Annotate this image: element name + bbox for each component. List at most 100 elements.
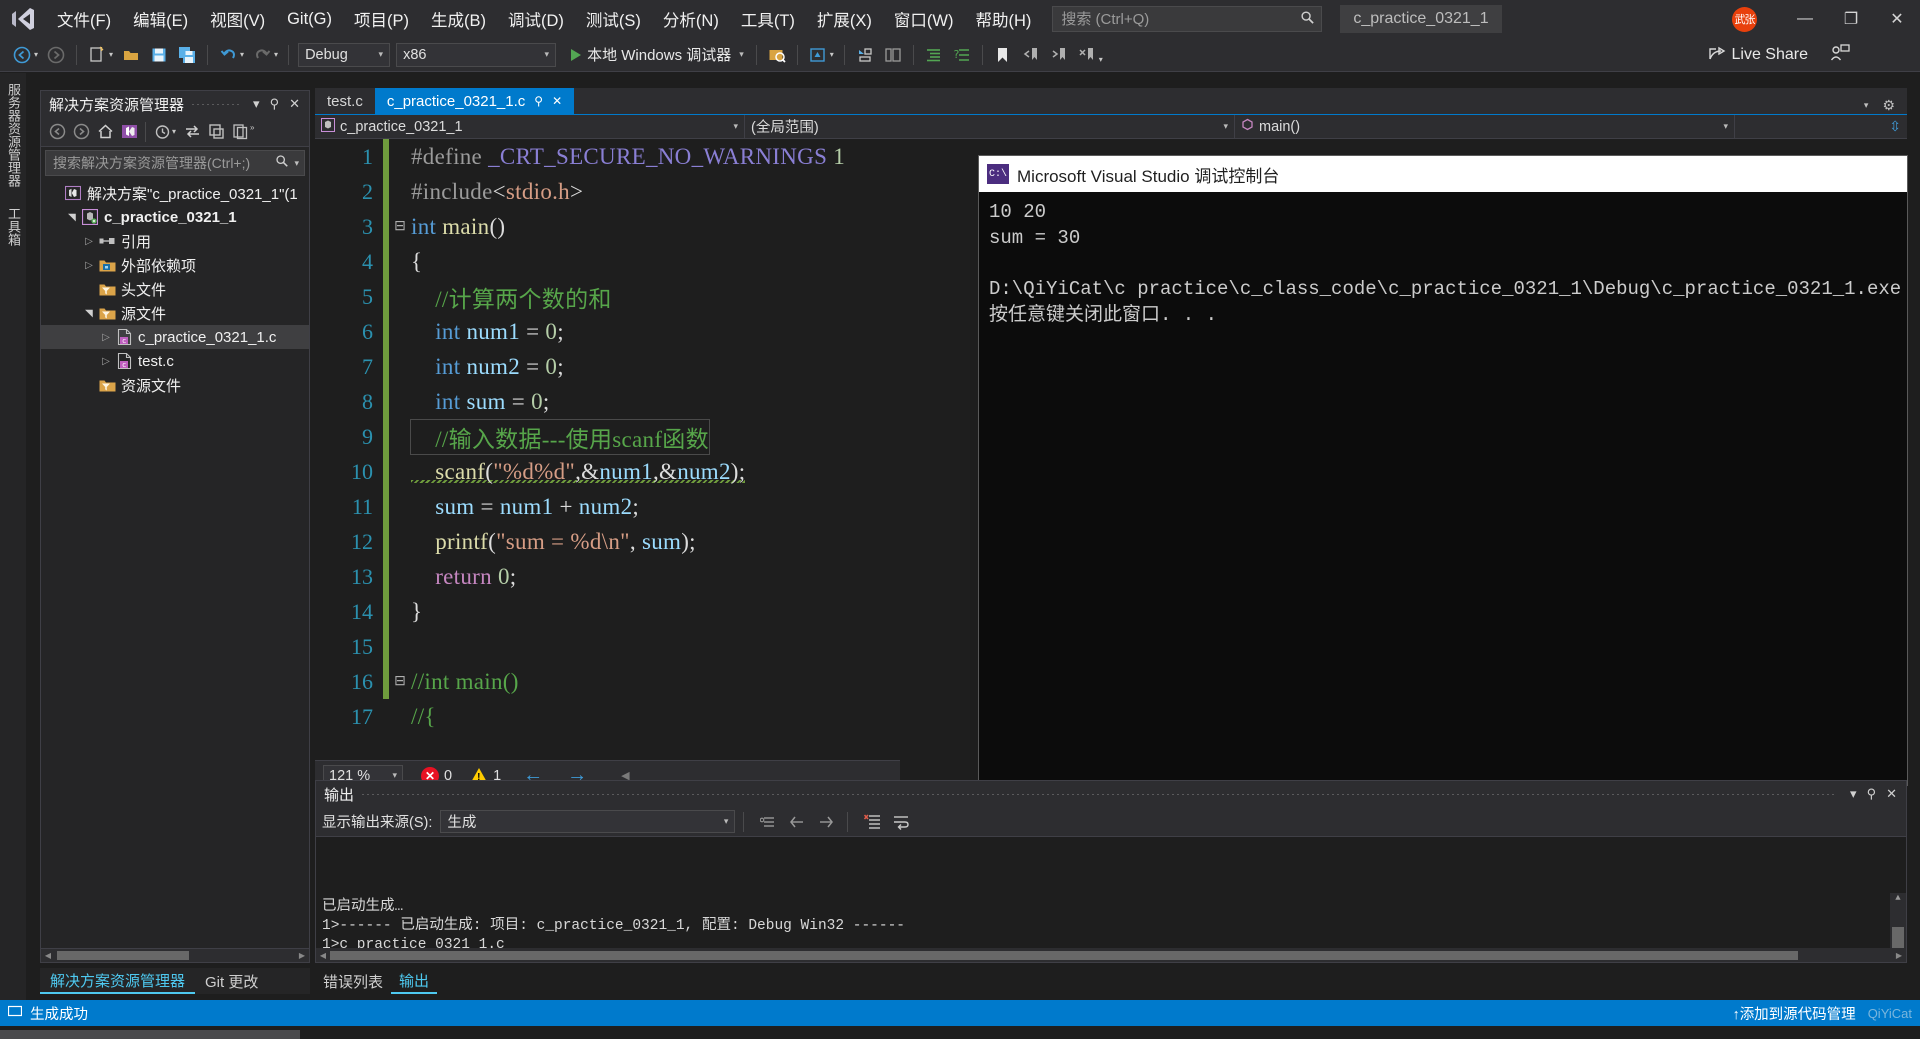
scroll-left-icon[interactable]: ◀: [316, 951, 330, 960]
output-hscrollbar[interactable]: ◀ ▶: [316, 948, 1906, 962]
solution-name-badge[interactable]: c_practice_0321_1: [1340, 5, 1502, 33]
step-into-icon[interactable]: [852, 42, 878, 68]
undo-icon[interactable]: [215, 42, 241, 68]
chevron-down-icon[interactable]: ▾: [724, 816, 729, 827]
twisty-expanded-icon[interactable]: ◢: [67, 209, 78, 225]
add-to-source-control-label[interactable]: ↑添加到源代码管理: [1732, 1003, 1855, 1024]
bottom-scroll-strip[interactable]: [0, 1030, 300, 1039]
step-over-icon[interactable]: [880, 42, 906, 68]
save-all-icon[interactable]: [174, 42, 200, 68]
debug-console-window[interactable]: C:\ Microsoft Visual Studio 调试控制台 10 20 s…: [978, 155, 1908, 786]
back-icon[interactable]: [45, 120, 69, 144]
clear-bookmarks-icon[interactable]: [1074, 42, 1100, 68]
fold-toggle-icon[interactable]: ⊟: [389, 664, 411, 699]
redo-dropdown-icon[interactable]: ▾: [274, 50, 278, 59]
redo-icon[interactable]: [249, 42, 275, 68]
menu-item-analyze[interactable]: 分析(N): [652, 0, 730, 38]
scroll-right-icon[interactable]: ▶: [1892, 951, 1906, 960]
pin-icon[interactable]: ⚲: [1862, 786, 1882, 802]
select-start-window-icon[interactable]: [805, 42, 831, 68]
tree-item[interactable]: ▷ 外部依赖项: [41, 253, 309, 277]
menu-item-tools[interactable]: 工具(T): [730, 0, 806, 38]
close-icon[interactable]: ✕: [552, 94, 562, 108]
close-icon[interactable]: ✕: [284, 96, 305, 112]
previous-bookmark-icon[interactable]: [1018, 42, 1044, 68]
solution-view-icon[interactable]: [117, 120, 141, 144]
menu-item-git[interactable]: Git(G): [276, 0, 343, 38]
live-share-button[interactable]: Live Share: [1708, 40, 1851, 70]
navigate-forward-icon[interactable]: [43, 42, 69, 68]
toggle-bookmark-icon[interactable]: [990, 42, 1016, 68]
chevron-down-icon[interactable]: ▾: [1856, 100, 1877, 111]
scroll-track[interactable]: [330, 950, 1892, 960]
search-icon[interactable]: [275, 154, 289, 173]
twisty-expanded-icon[interactable]: ◢: [84, 305, 95, 321]
twisty-collapsed-icon[interactable]: ▷: [81, 236, 97, 247]
go-to-next-message-icon[interactable]: [813, 810, 839, 834]
undo-dropdown-icon[interactable]: ▾: [240, 50, 244, 59]
chevron-down-icon[interactable]: ▾: [294, 158, 299, 169]
close-icon[interactable]: ✕: [1881, 786, 1902, 802]
chevron-down-icon[interactable]: ▾: [172, 127, 176, 136]
chevron-down-icon[interactable]: ▾: [1715, 121, 1728, 132]
global-search-box[interactable]: [1052, 6, 1323, 32]
solution-config-combo[interactable]: Debug ▾: [298, 42, 391, 67]
new-dropdown-icon[interactable]: ▾: [109, 50, 113, 59]
home-icon[interactable]: [93, 120, 117, 144]
back-dropdown-icon[interactable]: ▾: [34, 50, 38, 59]
new-project-icon[interactable]: [84, 42, 110, 68]
twisty-collapsed-icon[interactable]: ▷: [81, 260, 97, 271]
forward-icon[interactable]: [69, 120, 93, 144]
navigate-backward-icon[interactable]: [9, 42, 35, 68]
chevron-down-icon[interactable]: ▾: [248, 96, 265, 112]
chevron-down-icon[interactable]: ▾: [739, 49, 744, 60]
toolbar-overflow-icon[interactable]: »: [250, 123, 254, 132]
tab-error-list[interactable]: 错误列表: [315, 968, 391, 994]
scroll-thumb[interactable]: [1892, 927, 1904, 948]
window-dropdown-icon[interactable]: ▾: [830, 50, 834, 59]
scroll-thumb[interactable]: [57, 951, 190, 960]
tree-item[interactable]: 资源文件: [41, 373, 309, 397]
collapse-all-icon[interactable]: [204, 120, 228, 144]
uncomment-selection-icon[interactable]: ?: [949, 42, 975, 68]
menu-item-edit[interactable]: 编辑(E): [122, 0, 199, 38]
search-input[interactable]: [1059, 9, 1301, 29]
nav-member-combo[interactable]: main() ▾: [1235, 114, 1735, 139]
menu-item-file[interactable]: 文件(F): [46, 0, 122, 38]
tree-item[interactable]: ◢ c_practice_0321_1: [41, 205, 309, 229]
menu-item-view[interactable]: 视图(V): [199, 0, 276, 38]
scroll-track[interactable]: [57, 951, 293, 960]
close-button[interactable]: ✕: [1874, 0, 1920, 38]
tree-item[interactable]: 解决方案"c_practice_0321_1"(1: [41, 181, 309, 205]
twisty-collapsed-icon[interactable]: ▷: [98, 332, 114, 343]
chevron-down-icon[interactable]: ▾: [379, 49, 384, 60]
solution-explorer-search[interactable]: ▾: [45, 150, 305, 176]
chevron-down-icon[interactable]: ▾: [725, 121, 738, 132]
chevron-down-icon[interactable]: ▾: [1845, 786, 1862, 802]
solution-search-input[interactable]: [51, 154, 276, 172]
go-to-previous-message-icon[interactable]: [784, 810, 810, 834]
scroll-right-icon[interactable]: ▶: [295, 951, 309, 960]
show-all-files-icon[interactable]: [228, 120, 252, 144]
menu-item-build[interactable]: 生成(B): [420, 0, 497, 38]
minimize-button[interactable]: —: [1782, 0, 1828, 38]
toolbar-overflow-icon[interactable]: ▾: [1099, 55, 1103, 64]
scroll-left-icon[interactable]: ◀: [41, 951, 55, 960]
avatar[interactable]: 武张: [1732, 6, 1757, 32]
doc-tab-test-c[interactable]: test.c: [315, 88, 375, 114]
clear-all-icon[interactable]: [859, 810, 885, 834]
nav-project-combo[interactable]: c_practice_0321_1 ▾: [315, 114, 745, 139]
find-message-icon[interactable]: [755, 810, 781, 834]
toggle-word-wrap-icon[interactable]: [888, 810, 914, 834]
next-bookmark-icon[interactable]: [1046, 42, 1072, 68]
chevron-down-icon[interactable]: ▾: [1215, 121, 1228, 132]
doc-tab-c-practice[interactable]: c_practice_0321_1.c ⚲ ✕: [374, 88, 575, 114]
tab-git-changes[interactable]: Git 更改: [195, 968, 268, 994]
fold-toggle-icon[interactable]: ⊟: [389, 209, 411, 244]
menu-item-window[interactable]: 窗口(W): [883, 0, 965, 38]
twisty-collapsed-icon[interactable]: ▷: [98, 356, 114, 367]
save-icon[interactable]: [146, 42, 172, 68]
menu-item-debug[interactable]: 调试(D): [497, 0, 575, 38]
scroll-up-icon[interactable]: ▲: [1895, 893, 1900, 907]
output-vscrollbar[interactable]: ▲: [1890, 893, 1906, 948]
